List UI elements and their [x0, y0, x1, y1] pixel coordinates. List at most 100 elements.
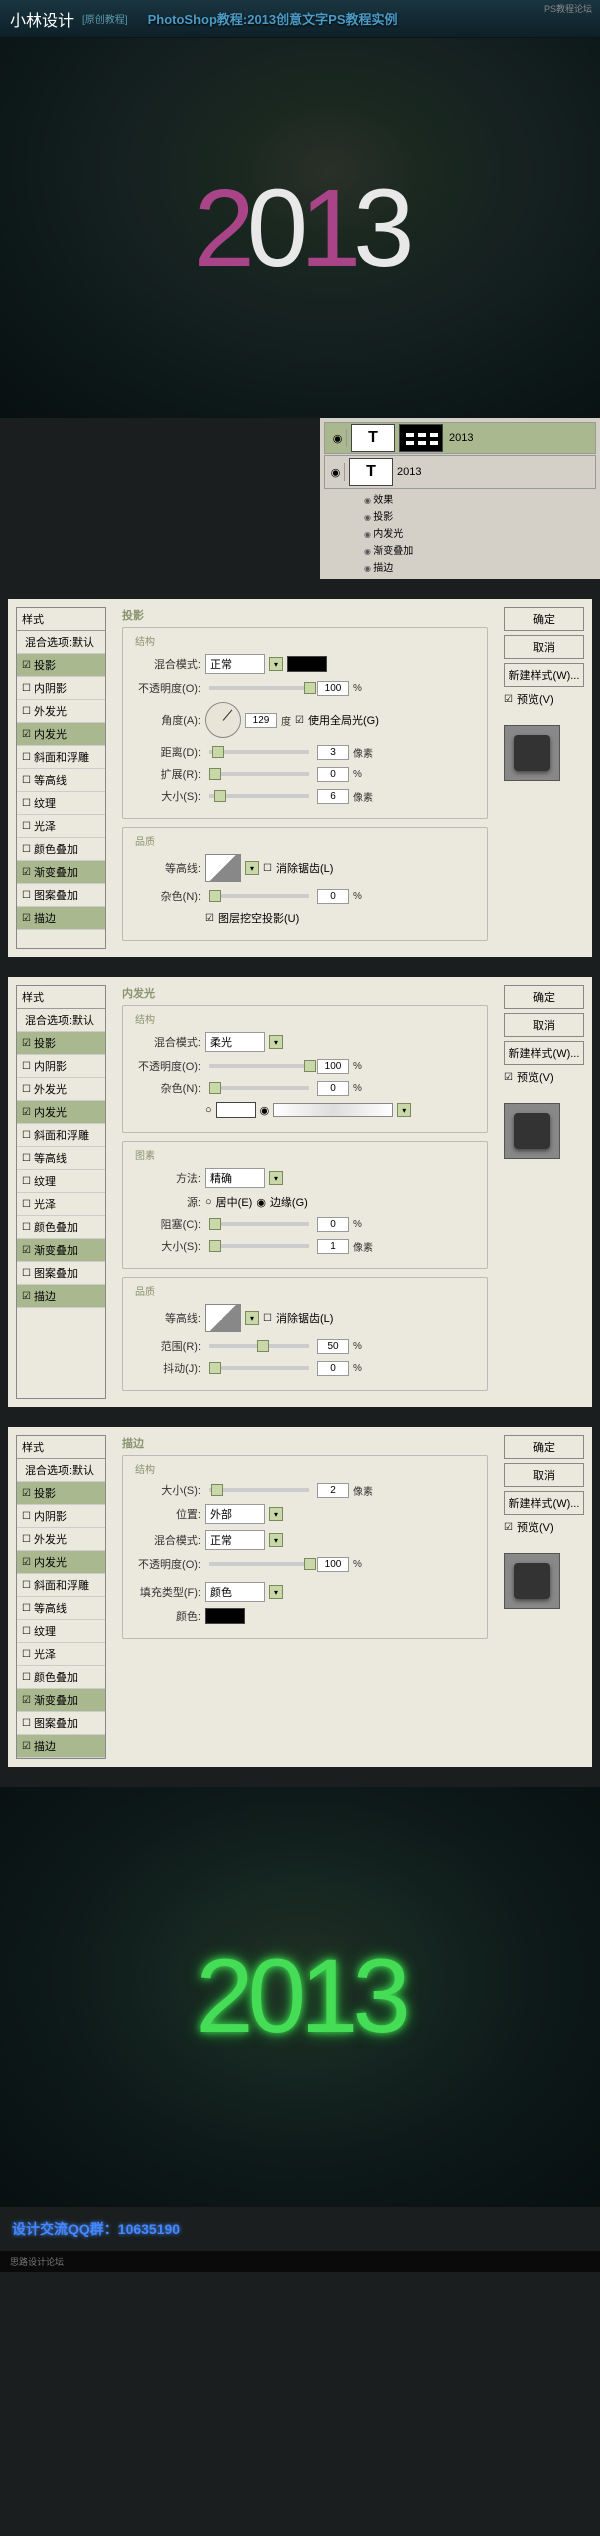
- result-text: 2013: [195, 1937, 405, 2057]
- ok-button[interactable]: 确定: [504, 985, 584, 1009]
- opacity-input[interactable]: 100: [317, 681, 349, 696]
- header: 小林设计 [原创教程] PhotoShop教程:2013创意文字PS教程实例 P…: [0, 0, 600, 38]
- new-style-button[interactable]: 新建样式(W)...: [504, 1491, 584, 1515]
- dropdown-icon[interactable]: ▾: [269, 1507, 283, 1521]
- fx-item[interactable]: 描边: [364, 558, 596, 575]
- color-radio[interactable]: ○: [205, 1104, 212, 1116]
- size-input[interactable]: 6: [317, 789, 349, 804]
- spread-slider[interactable]: [209, 772, 309, 776]
- preview-checkbox[interactable]: ☑: [504, 694, 513, 705]
- gradient-radio[interactable]: ◉: [260, 1104, 270, 1117]
- preview-thumb: [504, 725, 560, 781]
- dropdown-icon[interactable]: ▾: [269, 1533, 283, 1547]
- dropdown-icon[interactable]: ▾: [269, 1035, 283, 1049]
- style-stroke[interactable]: 描边: [17, 907, 105, 930]
- noise-slider[interactable]: [209, 1086, 309, 1090]
- dropdown-icon[interactable]: ▾: [269, 1171, 283, 1185]
- dropdown-icon[interactable]: ▾: [397, 1103, 411, 1117]
- angle-dial[interactable]: [205, 702, 241, 738]
- opacity-slider[interactable]: [209, 1064, 309, 1068]
- color-swatch[interactable]: [287, 656, 327, 672]
- knockout-checkbox[interactable]: ☑: [205, 913, 214, 924]
- layer-row[interactable]: ◉ T 2013: [324, 422, 596, 454]
- dropdown-icon[interactable]: ▾: [269, 1585, 283, 1599]
- style-outer-glow[interactable]: 外发光: [17, 700, 105, 723]
- opacity-slider[interactable]: [209, 1562, 309, 1566]
- contour-picker[interactable]: [205, 1304, 241, 1332]
- dropdown-icon[interactable]: ▾: [245, 1311, 259, 1325]
- style-contour[interactable]: 等高线: [17, 769, 105, 792]
- style-texture[interactable]: 纹理: [17, 792, 105, 815]
- visibility-icon[interactable]: ◉: [329, 429, 347, 447]
- ok-button[interactable]: 确定: [504, 607, 584, 631]
- style-color-overlay[interactable]: 颜色叠加: [17, 838, 105, 861]
- distance-input[interactable]: 3: [317, 745, 349, 760]
- dialog-buttons: 确定 取消 新建样式(W)... ☑预览(V): [504, 607, 584, 949]
- gradient-picker[interactable]: [273, 1103, 393, 1117]
- style-inner-glow-active[interactable]: 内发光: [17, 1101, 105, 1124]
- style-shadow[interactable]: 投影: [17, 654, 105, 677]
- layer-row[interactable]: ◉ T 2013: [324, 455, 596, 489]
- noise-slider[interactable]: [209, 894, 309, 898]
- stroke-color-swatch[interactable]: [205, 1608, 245, 1624]
- fx-item[interactable]: 渐变叠加: [364, 541, 596, 558]
- style-inner-shadow[interactable]: 内阴影: [17, 677, 105, 700]
- spread-input[interactable]: 0: [317, 767, 349, 782]
- layer-style-dialog-glow: 样式 混合选项:默认 投影 内阴影 外发光 内发光 斜面和浮雕 等高线 纹理 光…: [8, 977, 592, 1407]
- contour-picker[interactable]: [205, 854, 241, 882]
- elements-group: 图素 方法:精确▾ 源:○居中(E)◉边缘(G) 阻塞(C):0% 大小(S):…: [122, 1141, 488, 1269]
- cancel-button[interactable]: 取消: [504, 1013, 584, 1037]
- source-edge-radio[interactable]: ◉: [256, 1196, 266, 1209]
- range-slider[interactable]: [209, 1344, 309, 1348]
- fill-type-select[interactable]: 颜色: [205, 1582, 265, 1602]
- dialog-buttons: 确定 取消 新建样式(W)... ☑预览(V): [504, 1435, 584, 1759]
- style-default[interactable]: 混合选项:默认: [17, 631, 105, 654]
- antialias-checkbox[interactable]: ☐: [263, 1313, 272, 1324]
- angle-input[interactable]: 129: [245, 713, 277, 728]
- antialias-checkbox[interactable]: ☐: [263, 863, 272, 874]
- style-stroke-active[interactable]: 描边: [17, 1735, 105, 1758]
- new-style-button[interactable]: 新建样式(W)...: [504, 1041, 584, 1065]
- fx-item[interactable]: 内发光: [364, 524, 596, 541]
- structure-group: 结构 混合模式:正常▾ 不透明度(O):100% 角度(A):129度☑使用全局…: [122, 627, 488, 819]
- source-center-radio[interactable]: ○: [205, 1196, 212, 1208]
- fx-item[interactable]: 投影: [364, 507, 596, 524]
- cancel-button[interactable]: 取消: [504, 1463, 584, 1487]
- jitter-slider[interactable]: [209, 1366, 309, 1370]
- noise-input[interactable]: 0: [317, 889, 349, 904]
- distance-slider[interactable]: [209, 750, 309, 754]
- position-select[interactable]: 外部: [205, 1504, 265, 1524]
- blend-mode-select[interactable]: 柔光: [205, 1032, 265, 1052]
- style-gradient-overlay[interactable]: 渐变叠加: [17, 861, 105, 884]
- cancel-button[interactable]: 取消: [504, 635, 584, 659]
- hero-text: 2013: [194, 165, 407, 292]
- style-bevel[interactable]: 斜面和浮雕: [17, 746, 105, 769]
- dropdown-icon[interactable]: ▾: [245, 861, 259, 875]
- style-inner-glow[interactable]: 内发光: [17, 723, 105, 746]
- ok-button[interactable]: 确定: [504, 1435, 584, 1459]
- choke-slider[interactable]: [209, 1222, 309, 1226]
- layer-name: 2013: [449, 432, 473, 444]
- dropdown-icon[interactable]: ▾: [269, 657, 283, 671]
- blend-mode-select[interactable]: 正常: [205, 654, 265, 674]
- size-slider[interactable]: [209, 1488, 309, 1492]
- opacity-slider[interactable]: [209, 686, 309, 690]
- size-slider[interactable]: [209, 794, 309, 798]
- glow-color[interactable]: [216, 1102, 256, 1118]
- style-satin[interactable]: 光泽: [17, 815, 105, 838]
- page-title: PhotoShop教程:2013创意文字PS教程实例: [148, 9, 398, 28]
- global-light-checkbox[interactable]: ☑: [295, 715, 304, 726]
- quality-group: 品质 等高线:▾☐消除锯齿(L) 范围(R):50% 抖动(J):0%: [122, 1277, 488, 1391]
- quality-group: 品质 等高线:▾☐消除锯齿(L) 杂色(N):0% ☑图层挖空投影(U): [122, 827, 488, 941]
- method-select[interactable]: 精确: [205, 1168, 265, 1188]
- style-pattern-overlay[interactable]: 图案叠加: [17, 884, 105, 907]
- size-slider[interactable]: [209, 1244, 309, 1248]
- layer-style-dialog-stroke: 样式 混合选项:默认 投影 内阴影 外发光 内发光 斜面和浮雕 等高线 纹理 光…: [8, 1427, 592, 1767]
- visibility-icon[interactable]: ◉: [327, 463, 345, 481]
- settings: 投影 结构 混合模式:正常▾ 不透明度(O):100% 角度(A):129度☑使…: [114, 607, 496, 949]
- layer-mask[interactable]: [399, 424, 443, 452]
- new-style-button[interactable]: 新建样式(W)...: [504, 663, 584, 687]
- blend-mode-select[interactable]: 正常: [205, 1530, 265, 1550]
- preview-thumb: [504, 1553, 560, 1609]
- size-input[interactable]: 2: [317, 1483, 349, 1498]
